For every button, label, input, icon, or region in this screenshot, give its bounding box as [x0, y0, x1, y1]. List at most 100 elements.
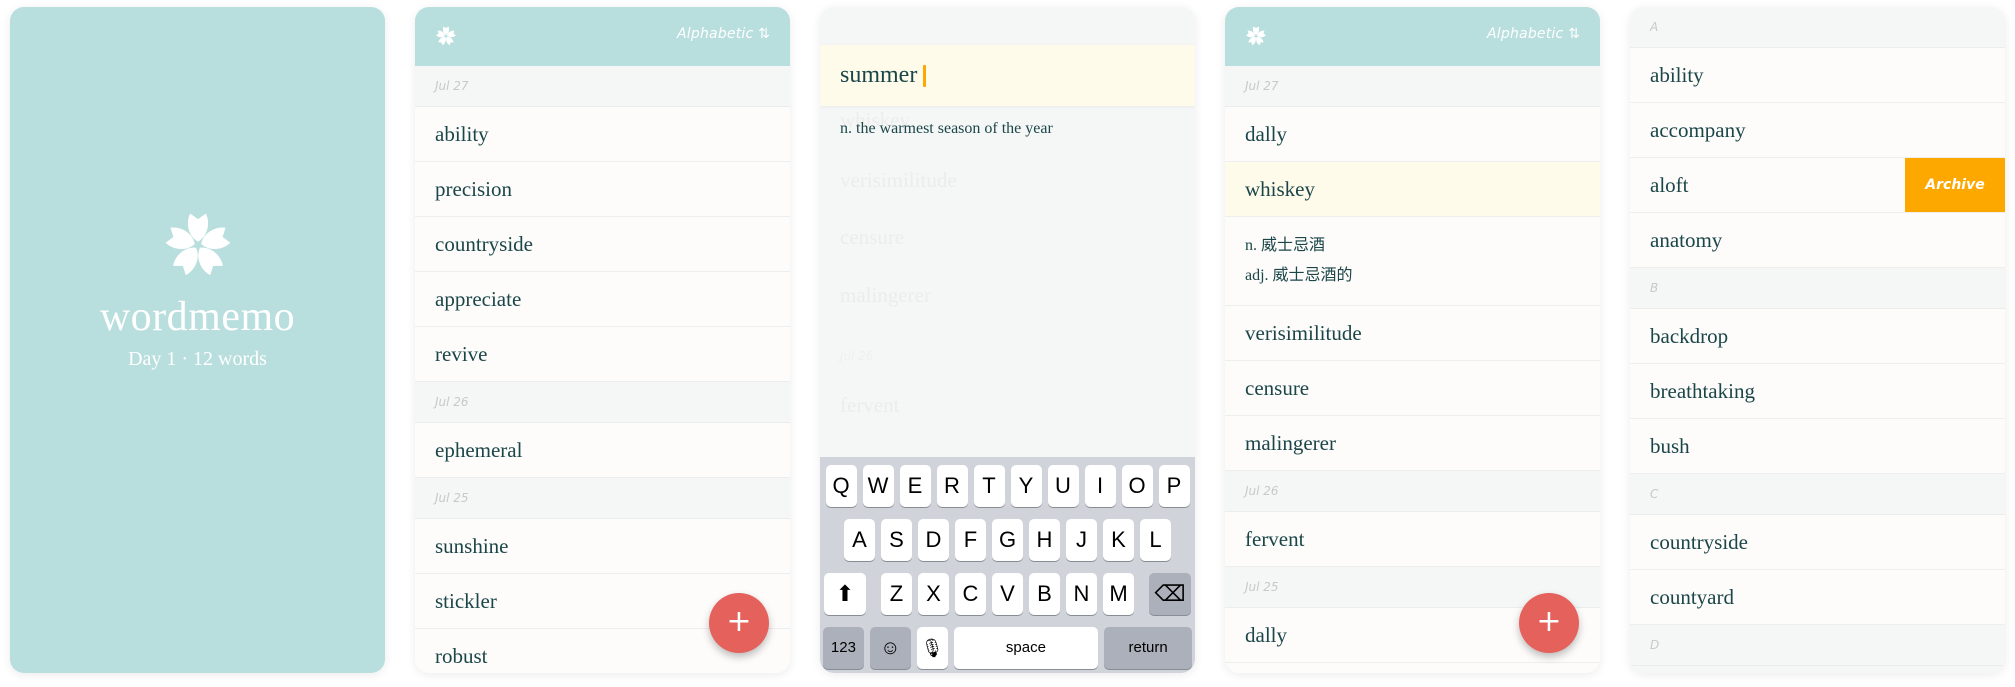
word-list[interactable]: Jul 27 ability precision countryside appreci… — [415, 66, 790, 673]
word-row[interactable]: appreciate — [415, 272, 790, 327]
key-m[interactable]: M — [1103, 573, 1134, 615]
key-d[interactable]: D — [918, 519, 949, 561]
microphone-icon[interactable]: 🎙︎ — [916, 627, 948, 669]
word-row[interactable]: breathtaking — [1630, 364, 2005, 419]
key-n[interactable]: N — [1066, 573, 1097, 615]
key-f[interactable]: F — [955, 519, 986, 561]
flower-icon[interactable] — [1245, 25, 1267, 47]
word-row[interactable]: ability — [415, 107, 790, 162]
app-name: wordmemo — [99, 294, 296, 340]
key-e[interactable]: E — [899, 465, 931, 507]
word-row[interactable]: bush — [1630, 419, 2005, 474]
add-word-button[interactable]: + — [709, 593, 769, 653]
word-label: malingerer — [1245, 431, 1336, 455]
alphabetic-list-screen: Aability accompany aloft Archive anatomy Bbac… — [1630, 7, 2005, 673]
key-b[interactable]: B — [1029, 573, 1060, 615]
word-row[interactable]: backdrop — [1630, 309, 2005, 364]
add-word-screen: whiskey verisimilitude censure malingerer Ju… — [820, 7, 1195, 673]
word-list[interactable]: Jul 27 dally whiskey n. 威士忌酒 adj. 威士忌酒的 veris… — [1225, 66, 1600, 673]
word-row[interactable]: dally — [1225, 107, 1600, 162]
word-row[interactable]: censure — [1225, 361, 1600, 416]
word-row[interactable]: quibble — [1225, 663, 1600, 673]
shift-key[interactable]: ⬆ — [824, 573, 866, 615]
word-row[interactable]: fervent — [1225, 512, 1600, 567]
word-list[interactable]: Aability accompany aloft Archive anatomy Bbac… — [1630, 7, 2005, 673]
background-word: malingerer — [840, 283, 931, 307]
key-c[interactable]: C — [955, 573, 986, 615]
word-row[interactable]: ephemeral — [415, 423, 790, 478]
key-q[interactable]: Q — [825, 465, 857, 507]
key-k[interactable]: K — [1103, 519, 1134, 561]
space-key[interactable]: space — [953, 627, 1099, 669]
word-row[interactable]: accompany — [1630, 103, 2005, 158]
emoji-key[interactable]: ☺ — [869, 627, 911, 669]
word-row[interactable]: countryside — [1630, 515, 2005, 570]
app-header: Alphabetic ⇅ — [415, 7, 790, 66]
word-row[interactable]: anatomy — [1630, 213, 2005, 268]
sort-toggle[interactable]: Alphabetic ⇅ — [677, 26, 770, 42]
add-word-button[interactable]: + — [1519, 593, 1579, 653]
flower-icon — [162, 209, 234, 281]
key-r[interactable]: R — [936, 465, 968, 507]
word-label: dally — [1245, 623, 1287, 647]
word-label: robust — [435, 644, 488, 668]
word-row[interactable]: sunshine — [415, 519, 790, 574]
definition-line: n. 威士忌酒 — [1245, 237, 1326, 254]
section-header: Jul 27 — [1225, 66, 1600, 107]
section-header: Jul 26 — [1225, 471, 1600, 512]
word-label: whiskey — [1245, 177, 1315, 201]
word-row[interactable]: revive — [415, 327, 790, 382]
word-label: bush — [1650, 434, 1690, 458]
section-header: Jul 25 — [415, 478, 790, 519]
splash-screen: wordmemo Day 1 · 12 words — [10, 7, 385, 673]
word-row[interactable]: precision — [415, 162, 790, 217]
keyboard: QWERTYUIOP ASDFGHJKL ⬆ Z X C V B N M ⌫ 123 ☺ 🎙︎… — [820, 457, 1195, 673]
section-header: C — [1630, 474, 2005, 515]
key-w[interactable]: W — [862, 465, 894, 507]
word-input[interactable]: summer — [820, 45, 1195, 106]
sort-toggle[interactable]: Alphabetic ⇅ — [1487, 26, 1580, 42]
key-h[interactable]: H — [1029, 519, 1060, 561]
word-row[interactable]: malingerer — [1225, 416, 1600, 471]
key-o[interactable]: O — [1121, 465, 1153, 507]
key-u[interactable]: U — [1047, 465, 1079, 507]
key-v[interactable]: V — [992, 573, 1023, 615]
key-s[interactable]: S — [881, 519, 912, 561]
key-x[interactable]: X — [918, 573, 949, 615]
word-label: censure — [1245, 376, 1310, 400]
flower-icon[interactable] — [435, 25, 457, 47]
key-a[interactable]: A — [844, 519, 875, 561]
key-p[interactable]: P — [1158, 465, 1190, 507]
word-label: accompany — [1650, 118, 1746, 142]
word-row[interactable]: countyard — [1630, 570, 2005, 625]
key-j[interactable]: J — [1066, 519, 1097, 561]
splash-subtitle: Day 1 · 12 words — [128, 348, 267, 370]
word-row[interactable]: aloft Archive — [1630, 158, 2005, 213]
word-row[interactable]: verisimilitude — [1225, 306, 1600, 361]
archive-button[interactable]: Archive — [1905, 158, 2005, 212]
background-word: verisimilitude — [840, 168, 957, 192]
key-g[interactable]: G — [992, 519, 1023, 561]
section-header: B — [1630, 268, 2005, 309]
word-row[interactable]: countryside — [415, 217, 790, 272]
key-z[interactable]: Z — [881, 573, 912, 615]
background-word: fervent — [840, 393, 900, 417]
key-t[interactable]: T — [973, 465, 1005, 507]
word-label: fervent — [1245, 527, 1305, 551]
word-label: countryside — [1650, 530, 1748, 554]
section-header: D — [1630, 625, 2005, 666]
word-label: precision — [435, 177, 512, 201]
word-label: dally — [1245, 122, 1287, 146]
word-label: stickler — [435, 589, 497, 613]
key-y[interactable]: Y — [1010, 465, 1042, 507]
word-row[interactable]: whiskey — [1225, 162, 1600, 217]
word-label: ephemeral — [435, 438, 523, 462]
word-label: sunshine — [435, 534, 509, 558]
key-l[interactable]: L — [1140, 519, 1171, 561]
word-label: countyard — [1650, 585, 1734, 609]
key-i[interactable]: I — [1084, 465, 1116, 507]
backspace-key[interactable]: ⌫ — [1149, 573, 1191, 615]
word-row[interactable]: ability — [1630, 48, 2005, 103]
numbers-key[interactable]: 123 — [823, 627, 864, 669]
return-key[interactable]: return — [1104, 627, 1192, 669]
